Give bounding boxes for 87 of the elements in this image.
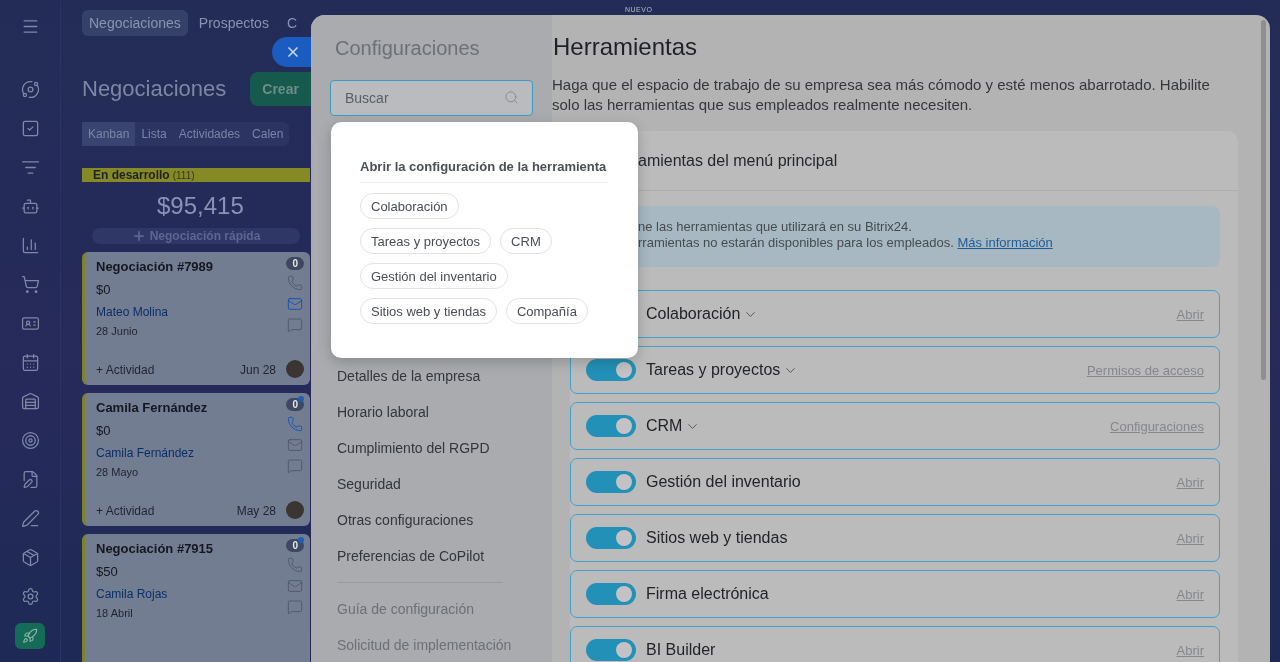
contact-link[interactable]: Mateo Molina: [96, 305, 169, 319]
phone-icon[interactable]: [287, 557, 304, 573]
chat-icon[interactable]: [287, 599, 304, 615]
add-activity-link[interactable]: + Actividad: [96, 504, 155, 518]
tool-name: Sitios web y tiendas: [646, 529, 788, 547]
deal-amount: $0: [96, 423, 111, 438]
tool-chip[interactable]: Colaboración: [360, 193, 459, 219]
deal-card[interactable]: Camila Fernández $0 Camila Fernández 28 Mayo 0 + Actividad May 28: [82, 393, 310, 526]
chat-icon[interactable]: [287, 458, 304, 474]
deal-date: 28 Junio: [96, 325, 138, 337]
nav-item[interactable]: Guía de configuración: [330, 591, 552, 627]
deal-date: 28 Mayo: [96, 466, 139, 478]
toggle-switch[interactable]: [586, 639, 636, 661]
tool-chip[interactable]: Tareas y proyectos: [360, 228, 492, 254]
toggle-switch[interactable]: [586, 527, 636, 549]
due-date: Jun 28: [239, 363, 276, 377]
content-title: Herramientas: [553, 33, 699, 61]
column-total: $95,415: [157, 192, 244, 220]
deal-title: Camila Fernández: [96, 400, 208, 415]
tool-name: Colaboración: [646, 305, 741, 323]
mail-icon[interactable]: [287, 578, 304, 594]
top-tab[interactable]: Negociaciones: [82, 10, 188, 36]
due-date: May 28: [236, 504, 276, 518]
top-tab[interactable]: Prospectos: [191, 10, 276, 36]
deal-amount: $0: [96, 282, 111, 297]
counter-badge: 0: [286, 257, 304, 270]
deal-title: Negociación #7989: [96, 259, 214, 274]
view-tab[interactable]: Kanban: [82, 122, 136, 146]
nav-item[interactable]: Solicitud de implementación: [330, 627, 552, 662]
more-info-link[interactable]: Más información: [957, 235, 1053, 250]
content-description: Haga que el espacio de trabajo de su empresa sea más cómodo y esté menos abarrotado. Habilite solo las herramientas que sus empleados realmente necesiten.: [552, 75, 1211, 115]
phone-icon[interactable]: [287, 275, 304, 291]
mail-icon[interactable]: [287, 296, 304, 312]
chat-icon[interactable]: [287, 317, 304, 333]
deal-title: Negociación #7915: [96, 541, 214, 556]
add-activity-link[interactable]: + Actividad: [96, 363, 155, 377]
tool-chip[interactable]: Sitios web y tiendas: [360, 298, 497, 324]
tool-name: BI Builder: [646, 641, 716, 659]
deal-card[interactable]: Negociación #7989 $0 Mateo Molina 28 Junio 0 + Actividad Jun 28: [82, 252, 310, 385]
nav-item[interactable]: Otras configuraciones: [330, 502, 552, 538]
nav-item[interactable]: Detalles de la empresa: [330, 358, 552, 394]
tool-chip[interactable]: Gestión del inventario: [360, 263, 508, 289]
counter-badge: 0: [286, 539, 304, 552]
deal-date: 18 Abril: [96, 607, 133, 619]
tool-name: Tareas y proyectos: [646, 361, 781, 379]
deal-card[interactable]: Negociación #7915 $50 Camila Rojas 18 Abril 0: [82, 534, 310, 662]
close-icon: [285, 44, 301, 60]
create-button[interactable]: Crear: [250, 72, 311, 106]
tool-name: CRM: [646, 417, 683, 435]
view-tab[interactable]: Lista: [135, 122, 173, 146]
contact-link[interactable]: Camila Rojas: [96, 587, 168, 601]
counter-badge: 0: [286, 398, 304, 411]
info-text: ne las herramientas que utilizará en su Bitrix24.: [638, 219, 913, 234]
settings-title: Configuraciones: [335, 37, 481, 60]
view-tab[interactable]: Calen: [246, 122, 290, 146]
scrollbar[interactable]: [1261, 20, 1266, 380]
tool-chip[interactable]: Compañía: [505, 298, 588, 324]
popup-heading: Abrir la configuración de la herramienta: [360, 159, 608, 183]
rocket-icon[interactable]: [15, 623, 45, 649]
phone-icon[interactable]: [287, 416, 304, 432]
toggle-switch[interactable]: [586, 359, 636, 381]
deal-amount: $50: [96, 564, 118, 579]
column-count: (111): [172, 169, 195, 181]
page-title: Negociaciones: [82, 76, 227, 102]
search-icon: [504, 90, 519, 105]
view-tab[interactable]: Actividades: [172, 122, 247, 146]
section-title: amientas del menú principal: [638, 151, 838, 170]
nav-item[interactable]: Cumplimiento del RGPD: [330, 430, 552, 466]
toggle-switch[interactable]: [586, 471, 636, 493]
toggle-switch[interactable]: [586, 415, 636, 437]
contact-link[interactable]: Camila Fernández: [96, 446, 195, 460]
tool-name: Gestión del inventario: [646, 473, 801, 491]
nav-item[interactable]: Preferencias de CoPilot: [330, 538, 552, 574]
avatar: [286, 501, 304, 519]
avatar: [286, 360, 304, 378]
toggle-switch[interactable]: [586, 583, 636, 605]
tool-name: Firma electrónica: [646, 585, 769, 603]
column-name: En desarrollo: [93, 168, 170, 182]
nav-item[interactable]: Horario laboral: [330, 394, 552, 430]
info-text: rramientas no estarán disponibles para los empleados. Más información: [638, 235, 1054, 250]
plus-icon: [131, 229, 146, 243]
search-field[interactable]: Buscar: [330, 80, 533, 116]
nav-item[interactable]: Seguridad: [330, 466, 552, 502]
top-tab[interactable]: C: [279, 10, 304, 36]
close-button[interactable]: [272, 37, 312, 67]
tool-chip[interactable]: CRM: [500, 228, 552, 254]
mail-icon[interactable]: [287, 437, 304, 453]
